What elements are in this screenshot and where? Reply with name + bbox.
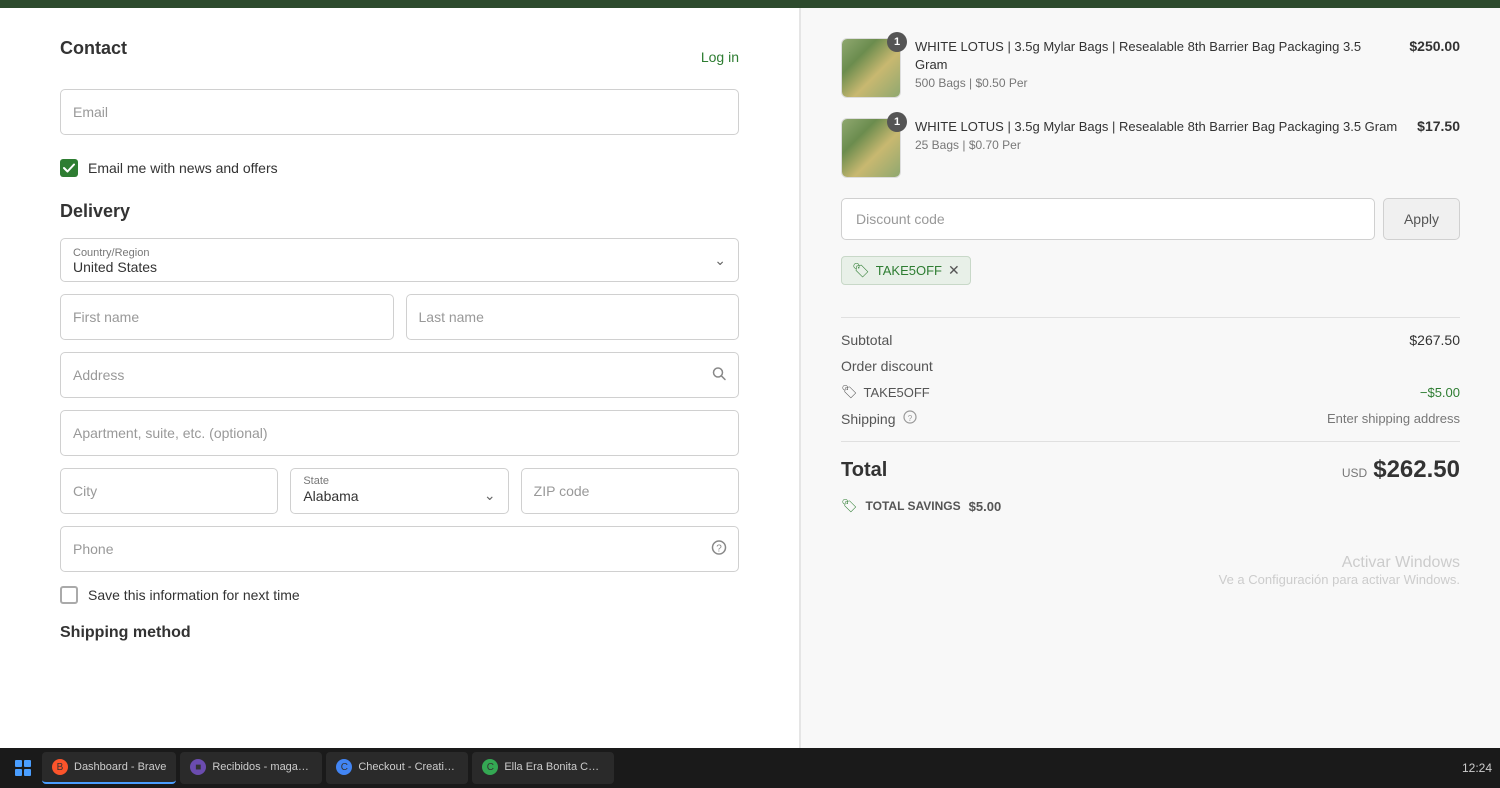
shipping-value: Enter shipping address	[1327, 411, 1460, 426]
svg-text:?: ?	[908, 414, 913, 423]
taskbar-label-recibidos: Recibidos - magapro...	[212, 761, 312, 773]
order-discount-row: Order discount	[841, 358, 1460, 374]
savings-label: TOTAL SAVINGS	[866, 499, 961, 513]
email-field[interactable]	[60, 89, 739, 135]
product-name-1: WHITE LOTUS | 3.5g Mylar Bags | Resealab…	[915, 38, 1395, 74]
country-region-select[interactable]: Country/Region United States ⌄	[60, 238, 739, 282]
log-in-link[interactable]: Log in	[701, 49, 739, 65]
shipping-info-icon: ?	[903, 410, 917, 424]
order-discount-label: Order discount	[841, 358, 933, 374]
discount-amount: −$5.00	[1420, 385, 1460, 400]
coupon-tag: 🏷 TAKE5OFF ✕	[841, 256, 971, 285]
subtotal-label: Subtotal	[841, 332, 892, 348]
discount-section: Apply	[841, 198, 1460, 240]
taskbar-item-checkout[interactable]: C Checkout - Creative L...	[326, 752, 468, 784]
product-badge-2: 1	[887, 112, 907, 132]
windows-start-button[interactable]	[8, 752, 38, 784]
savings-value: $5.00	[969, 499, 1002, 514]
email-checkbox-label: Email me with news and offers	[88, 160, 278, 176]
total-savings-row: 🏷 TOTAL SAVINGS $5.00	[841, 498, 1460, 514]
taskbar-item-recibidos[interactable]: ■ Recibidos - magapro...	[180, 752, 322, 784]
total-label: Total	[841, 459, 887, 482]
product-item-1: 1 WHITE LOTUS | 3.5g Mylar Bags | Reseal…	[841, 38, 1460, 98]
taskbar-item-dashboard[interactable]: B Dashboard - Brave	[42, 752, 176, 784]
svg-text:?: ?	[716, 544, 722, 555]
city-field[interactable]	[60, 468, 278, 514]
product-price-2: $17.50	[1417, 118, 1460, 134]
taskbar-item-ella[interactable]: C Ella Era Bonita Capitul...	[472, 752, 614, 784]
contact-section-title: Contact	[60, 38, 127, 59]
apartment-field[interactable]	[60, 410, 739, 456]
watermark-sub: Ve a Configuración para activar Windows.	[841, 572, 1460, 587]
subtotal-row: Subtotal $267.50	[841, 332, 1460, 348]
last-name-field[interactable]	[406, 294, 740, 340]
country-chevron-icon: ⌄	[714, 252, 726, 269]
state-chevron-icon: ⌄	[484, 487, 496, 504]
brave-icon: B	[52, 759, 68, 775]
total-currency: USD	[1342, 466, 1367, 480]
tag-icon: 🏷	[852, 262, 870, 279]
email-newsletter-checkbox[interactable]	[60, 159, 78, 177]
delivery-section-title: Delivery	[60, 201, 739, 222]
save-info-checkbox[interactable]	[60, 586, 78, 604]
shield-icon: ■	[190, 759, 206, 775]
product-badge-1: 1	[887, 32, 907, 52]
taskbar-label-ella: Ella Era Bonita Capitul...	[504, 761, 604, 773]
state-label: State	[303, 475, 495, 487]
discount-code-input[interactable]	[841, 198, 1375, 240]
total-value: $262.50	[1373, 456, 1460, 484]
taskbar-time: 12:24	[1462, 761, 1492, 775]
savings-tag-icon: 🏷	[841, 498, 858, 514]
product-variant-2: 25 Bags | $0.70 Per	[915, 138, 1403, 152]
coupon-code-label: TAKE5OFF	[876, 263, 942, 278]
taskbar-label-dashboard: Dashboard - Brave	[74, 761, 166, 773]
shipping-label: Shipping ?	[841, 410, 917, 427]
product-name-2: WHITE LOTUS | 3.5g Mylar Bags | Resealab…	[915, 118, 1403, 136]
subtotal-value: $267.50	[1409, 332, 1460, 348]
product-image-wrapper-1: 1	[841, 38, 901, 98]
zip-field[interactable]	[521, 468, 739, 514]
shipping-method-title: Shipping method	[60, 624, 739, 642]
windows-watermark: Activar Windows Ve a Configuración para …	[841, 554, 1460, 587]
save-info-label: Save this information for next time	[88, 587, 300, 603]
chrome1-icon: C	[336, 759, 352, 775]
apply-discount-button[interactable]: Apply	[1383, 198, 1460, 240]
chrome2-icon: C	[482, 759, 498, 775]
discount-code-applied-label: TAKE5OFF	[864, 385, 930, 400]
coupon-remove-button[interactable]: ✕	[948, 262, 960, 279]
product-details-2: WHITE LOTUS | 3.5g Mylar Bags | Resealab…	[915, 118, 1403, 152]
watermark-main: Activar Windows	[841, 554, 1460, 572]
country-region-value: United States	[73, 259, 702, 275]
phone-help-icon: ?	[711, 540, 727, 559]
first-name-field[interactable]	[60, 294, 394, 340]
taskbar-right: 12:24	[1462, 761, 1492, 775]
search-icon	[711, 366, 727, 385]
state-select[interactable]: State Alabama ⌄	[290, 468, 508, 514]
product-item-2: 1 WHITE LOTUS | 3.5g Mylar Bags | Reseal…	[841, 118, 1460, 178]
taskbar: B Dashboard - Brave ■ Recibidos - magapr…	[0, 748, 1500, 788]
taskbar-label-checkout: Checkout - Creative L...	[358, 761, 458, 773]
product-price-1: $250.00	[1409, 38, 1460, 54]
country-region-label: Country/Region	[73, 247, 702, 259]
shipping-row: Shipping ? Enter shipping address	[841, 410, 1460, 427]
address-field[interactable]	[60, 352, 739, 398]
tag-small-icon: 🏷	[841, 384, 858, 400]
product-image-wrapper-2: 1	[841, 118, 901, 178]
product-variant-1: 500 Bags | $0.50 Per	[915, 76, 1395, 90]
state-value: Alabama	[303, 488, 358, 504]
total-row: Total USD $262.50	[841, 456, 1460, 484]
discount-code-row: 🏷 TAKE5OFF −$5.00	[841, 384, 1460, 400]
phone-field[interactable]	[60, 526, 739, 572]
product-details-1: WHITE LOTUS | 3.5g Mylar Bags | Resealab…	[915, 38, 1395, 90]
